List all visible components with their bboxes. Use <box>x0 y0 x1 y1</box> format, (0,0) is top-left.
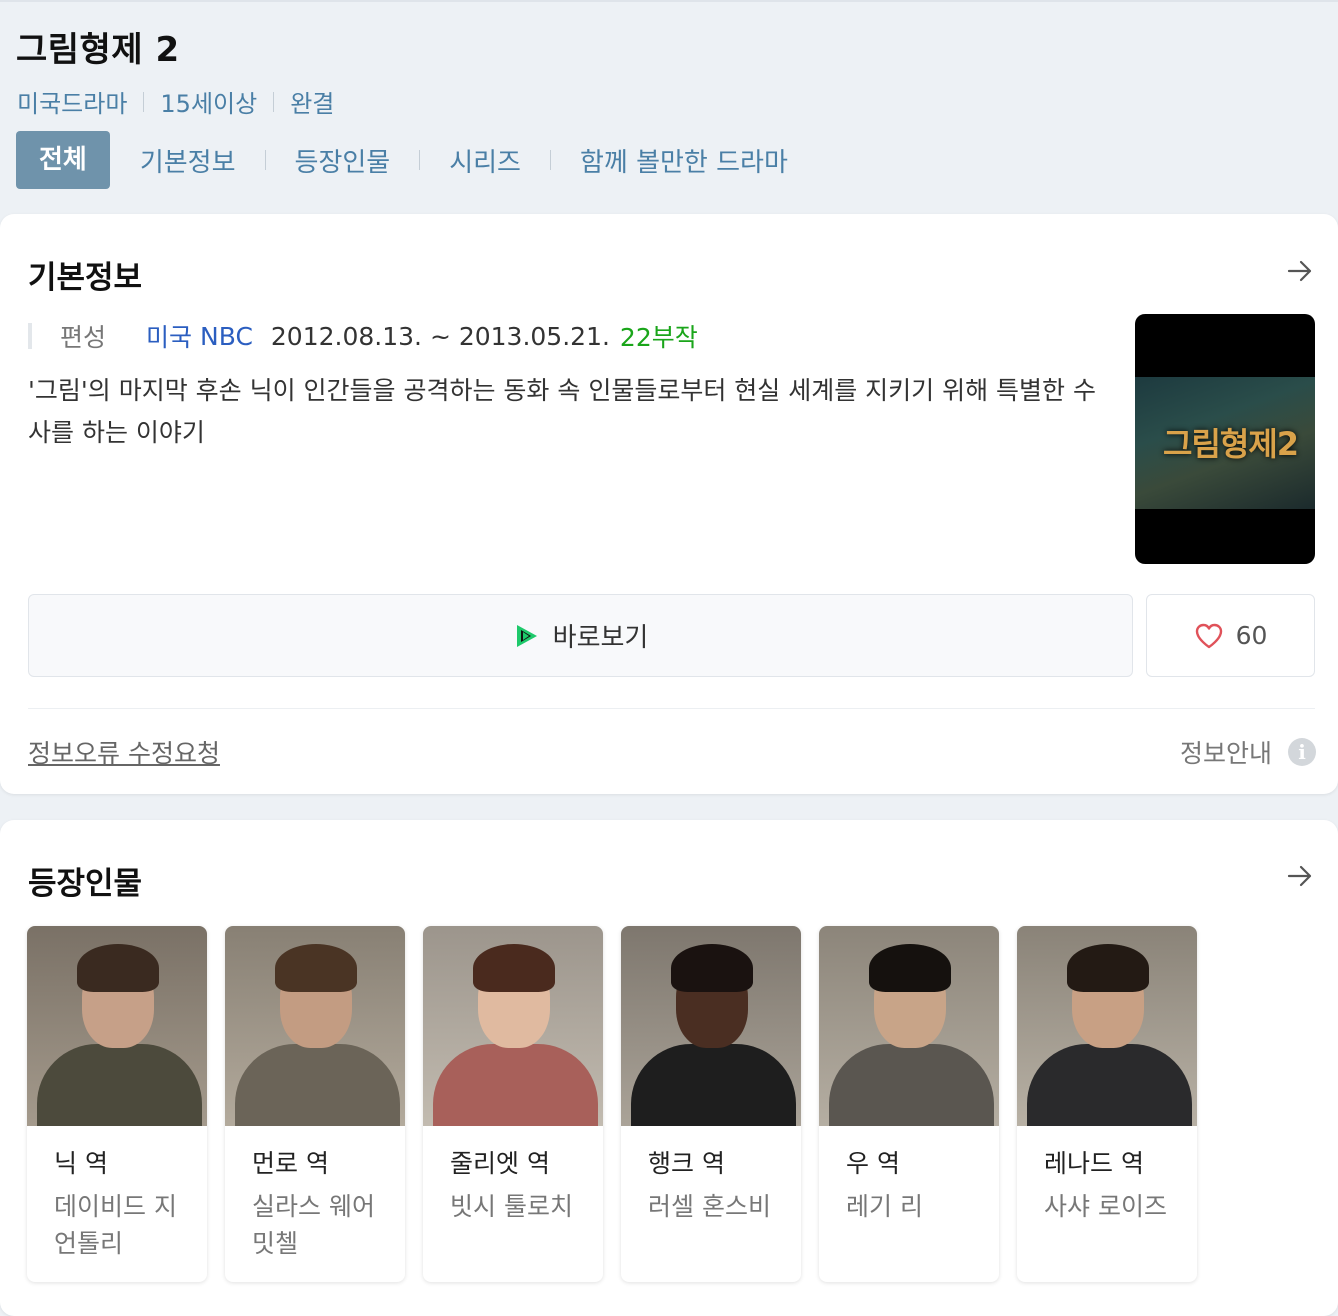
photo-body <box>433 1044 598 1126</box>
cast-actor: 실라스 웨어 밋첼 <box>252 1192 375 1258</box>
cast-member[interactable]: 줄리엣 역 빗시 툴로치 <box>423 926 603 1282</box>
synopsis: '그림'의 마지막 후손 닉이 인간들을 공격하는 동화 속 인물들로부터 현실… <box>28 376 1097 447</box>
tab-all[interactable]: 전체 <box>16 131 110 189</box>
info-bar-marker <box>28 323 32 349</box>
cast-role: 우 역 <box>846 1149 900 1178</box>
cast-member[interactable]: 우 역 레기 리 <box>819 926 999 1282</box>
top-border <box>0 0 1338 2</box>
cast-actor: 사샤 로이즈 <box>1044 1192 1167 1221</box>
like-count: 60 <box>1235 621 1268 650</box>
cast-photo <box>1017 926 1197 1126</box>
meta-rating[interactable]: 15세이상 <box>160 84 257 119</box>
meta-divider <box>273 91 275 112</box>
cast-member[interactable]: 레나드 역 사샤 로이즈 <box>1017 926 1197 1282</box>
info-guide-label: 정보안내 <box>1179 739 1272 768</box>
meta-genre[interactable]: 미국드라마 <box>17 84 127 119</box>
heart-icon <box>1195 623 1222 648</box>
cast-role: 먼로 역 <box>252 1149 329 1178</box>
photo-hair <box>77 944 159 992</box>
photo-body <box>37 1044 202 1126</box>
watch-now-label: 바로보기 <box>552 623 649 653</box>
divider <box>28 708 1315 709</box>
cast-role: 레나드 역 <box>1044 1149 1144 1178</box>
tab-basic-info[interactable]: 기본정보 <box>140 142 236 179</box>
episode-count[interactable]: 22부작 <box>620 318 698 354</box>
photo-body <box>1027 1044 1192 1126</box>
cast-member[interactable]: 행크 역 러셀 혼스비 <box>621 926 801 1282</box>
poster-artwork: 그림형제2 <box>1135 377 1315 509</box>
broadcast-dates: 2012.08.13. ~ 2013.05.21. <box>270 321 610 351</box>
watch-now-button[interactable]: 바로보기 <box>28 594 1133 677</box>
cast-actor: 러셀 혼스비 <box>648 1192 771 1221</box>
basic-info-card: 기본정보 편성 미국 NBC 2012.08.13. ~ 2013.05.21.… <box>0 214 1338 794</box>
cast-role: 닉 역 <box>54 1149 108 1178</box>
photo-body <box>829 1044 994 1126</box>
info-icon[interactable]: i <box>1288 738 1316 766</box>
photo-body <box>235 1044 400 1126</box>
arrow-right-icon[interactable] <box>1286 257 1314 285</box>
cast-role: 줄리엣 역 <box>450 1149 550 1178</box>
broadcast-label: 편성 <box>60 323 107 352</box>
like-button[interactable]: 60 <box>1146 594 1315 677</box>
tab-divider <box>419 150 421 170</box>
photo-hair <box>869 944 951 992</box>
broadcast-network[interactable]: NBC <box>200 322 253 351</box>
photo-hair <box>671 944 753 992</box>
cast-photo <box>423 926 603 1126</box>
page-title: 그림형제 2 <box>16 30 180 70</box>
tab-bar: 전체 기본정보 등장인물 시리즈 함께 볼만한 드라마 <box>16 131 788 189</box>
cast-photo <box>819 926 999 1126</box>
report-error-link[interactable]: 정보오류 수정요청 <box>28 734 220 770</box>
cast-list: 닉 역 데이비드 지언톨리 먼로 역 실라스 웨어 밋첼 줄리엣 역 빗시 툴로… <box>27 926 1215 1282</box>
cast-actor: 데이비드 지언톨리 <box>54 1192 177 1258</box>
tab-cast[interactable]: 등장인물 <box>295 142 391 179</box>
tab-divider <box>264 150 266 170</box>
section-title-cast[interactable]: 등장인물 <box>28 858 142 903</box>
tab-divider <box>549 150 551 170</box>
play-service-icon <box>516 624 537 647</box>
photo-hair <box>1067 944 1149 992</box>
photo-hair <box>473 944 555 992</box>
cast-photo <box>621 926 801 1126</box>
tab-series[interactable]: 시리즈 <box>449 142 521 179</box>
section-title-basic-info[interactable]: 기본정보 <box>28 252 142 297</box>
cast-photo <box>27 926 207 1126</box>
meta-divider <box>143 91 145 112</box>
cast-actor: 레기 리 <box>846 1192 923 1221</box>
cast-role: 행크 역 <box>648 1149 725 1178</box>
meta-info: 미국드라마 15세이상 완결 <box>17 84 334 119</box>
photo-body <box>631 1044 796 1126</box>
poster-image[interactable]: 그림형제2 <box>1135 314 1315 564</box>
tab-recommended[interactable]: 함께 볼만한 드라마 <box>580 142 788 179</box>
poster-logo: 그림형제2 <box>1163 425 1299 463</box>
photo-hair <box>275 944 357 992</box>
meta-status[interactable]: 완결 <box>290 84 334 119</box>
info-guide[interactable]: 정보안내 i <box>1180 734 1316 770</box>
cast-member[interactable]: 닉 역 데이비드 지언톨리 <box>27 926 207 1282</box>
cast-photo <box>225 926 405 1126</box>
broadcast-info: 편성 미국 NBC 2012.08.13. ~ 2013.05.21. 22부작 <box>28 318 698 354</box>
cast-actor: 빗시 툴로치 <box>450 1192 573 1221</box>
cast-card-section: 등장인물 닉 역 데이비드 지언톨리 먼로 역 실라스 웨어 밋첼 줄리엣 역 … <box>0 820 1338 1316</box>
broadcast-country[interactable]: 미국 <box>146 318 192 354</box>
cast-member[interactable]: 먼로 역 실라스 웨어 밋첼 <box>225 926 405 1282</box>
arrow-right-icon[interactable] <box>1286 862 1314 890</box>
